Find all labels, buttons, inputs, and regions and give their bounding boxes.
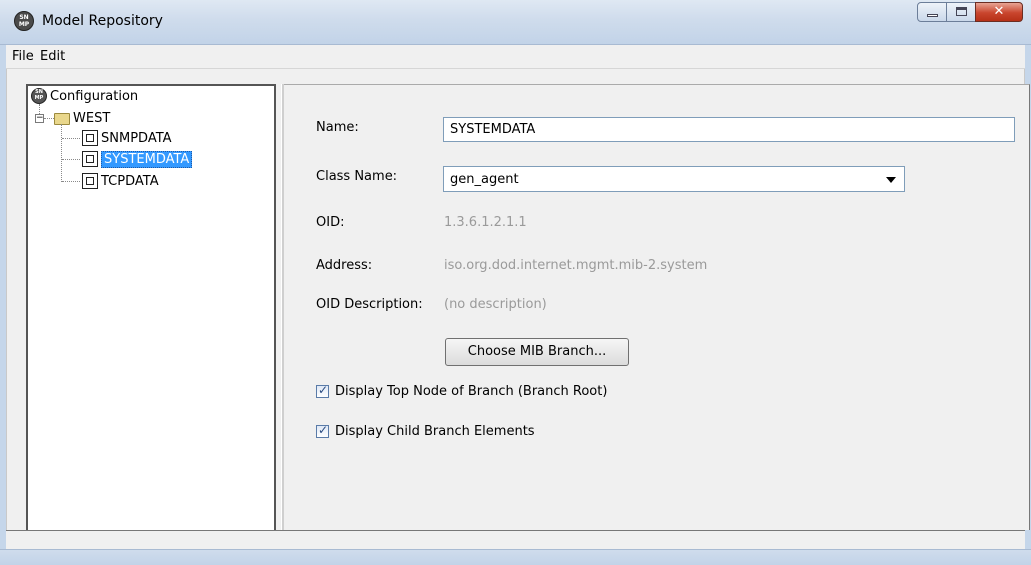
window-controls: ✕ [917,2,1023,24]
tree-root-configuration[interactable]: SN MP Configuration [31,87,138,105]
minimize-icon [927,14,938,17]
model-repository-window: SN MP Model Repository ✕ File Edit SN MP … [0,0,1031,565]
address-value: iso.org.dod.internet.mgmt.mib-2.system [444,258,708,273]
child-elements-checkbox-row[interactable]: Display Child Branch Elements [316,423,535,439]
tree-connector [62,159,80,160]
name-label: Name: [316,120,359,135]
tree-item-label: SNMPDATA [101,130,172,146]
tree-connector [62,181,80,182]
oid-description-value: (no description) [444,297,547,312]
top-node-checkbox-label: Display Top Node of Branch (Branch Root) [335,384,608,399]
tree-item-label: TCPDATA [101,173,159,189]
tree-item-systemdata[interactable]: SYSTEMDATA [82,150,193,168]
minimize-button[interactable] [917,2,947,22]
tree-folder-label: WEST [73,110,111,126]
close-icon: ✕ [993,4,1005,19]
oid-label: OID: [316,215,345,230]
tree-item-snmpdata[interactable]: SNMPDATA [82,129,172,147]
close-button[interactable]: ✕ [975,2,1023,22]
snmp-icon: SN MP [31,88,47,104]
tree-connector [61,124,62,182]
class-name-value: gen_agent [450,172,519,187]
tree-connector [44,118,54,119]
agent-icon [82,173,98,189]
tree-connector [62,138,80,139]
child-elements-checkbox-label: Display Child Branch Elements [335,424,535,439]
menu-file[interactable]: File [12,49,34,64]
tree-item-label-selected: SYSTEMDATA [101,150,193,168]
window-title: Model Repository [42,13,163,29]
collapse-toggle[interactable]: − [35,114,44,123]
tree-item-tcpdata[interactable]: TCPDATA [82,172,159,190]
status-area [6,531,1025,550]
maximize-button[interactable] [946,2,976,22]
tree-folder-west[interactable]: WEST [54,109,110,127]
class-name-label: Class Name: [316,169,398,184]
child-elements-checkbox[interactable] [316,423,329,438]
folder-icon [54,113,70,125]
oid-description-label: OID Description: [316,297,423,312]
menu-edit[interactable]: Edit [40,49,65,64]
oid-value: 1.3.6.1.2.1.1 [444,215,527,230]
agent-icon [82,151,98,167]
address-label: Address: [316,258,373,273]
snmp-app-icon: SN MP [14,11,34,31]
window-border-bottom [0,549,1031,565]
top-node-checkbox[interactable] [316,383,329,398]
tree-root-label: Configuration [50,88,139,104]
top-node-checkbox-row[interactable]: Display Top Node of Branch (Branch Root) [316,383,608,399]
menu-bar: File Edit [6,45,1025,69]
class-name-select[interactable]: gen_agent [443,166,905,192]
name-input[interactable] [443,117,1015,142]
chevron-down-icon [886,177,896,183]
agent-icon [82,130,98,146]
choose-mib-branch-button[interactable]: Choose MIB Branch... [445,338,629,366]
maximize-icon [956,7,967,16]
title-bar[interactable]: SN MP Model Repository ✕ [0,0,1031,45]
